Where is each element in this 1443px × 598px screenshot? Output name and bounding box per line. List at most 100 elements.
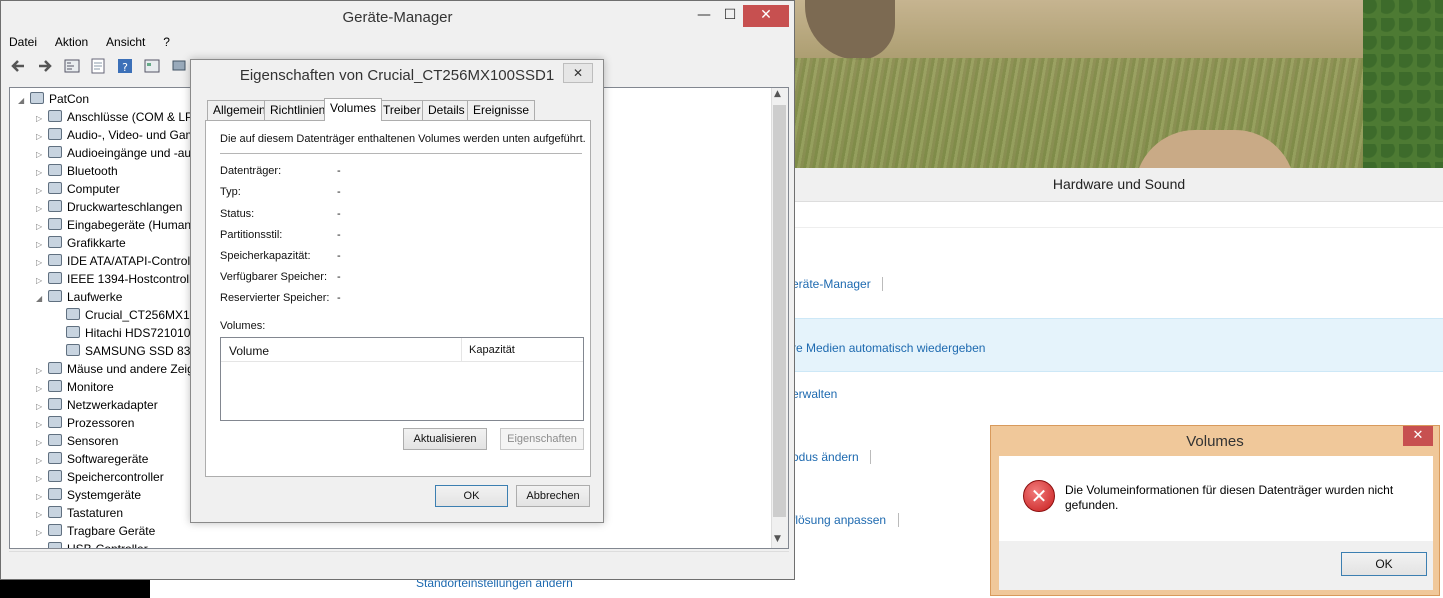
- error-dialog-footer: OK: [999, 541, 1433, 590]
- close-button[interactable]: ✕: [743, 5, 789, 27]
- device-category-icon: [48, 362, 62, 374]
- tree-category[interactable]: ▷ Druckwarteschlangen: [36, 198, 182, 216]
- tree-view-icon[interactable]: [63, 57, 81, 75]
- tab-richtlinien[interactable]: Richtlinien: [264, 100, 332, 120]
- menu-help[interactable]: ?: [163, 35, 170, 49]
- collapse-icon[interactable]: ◢: [36, 290, 48, 308]
- tree-category[interactable]: ▷ Tragbare Geräte: [36, 522, 155, 540]
- tree-category[interactable]: ◢ Laufwerke: [36, 288, 122, 306]
- error-dialog-body: ✕ Die Volumeinformationen für diesen Dat…: [999, 456, 1433, 541]
- value-datentraeger: -: [337, 165, 341, 177]
- volumes-panel: Die auf diesem Datenträger enthaltenen V…: [205, 120, 591, 477]
- tree-node-label: Anschlüsse (COM & LPT): [67, 110, 205, 124]
- minimize-button[interactable]: —: [691, 5, 717, 27]
- control-panel-title: Hardware und Sound: [795, 168, 1443, 202]
- column-volume[interactable]: Volume: [229, 344, 269, 358]
- toolbar: ?: [9, 57, 193, 83]
- tree-category[interactable]: ▷ Computer: [36, 180, 120, 198]
- ok-button[interactable]: OK: [435, 485, 508, 507]
- tree-category[interactable]: ▷ IDE ATA/ATAPI-Controller: [36, 252, 203, 270]
- tree-category[interactable]: ▷ USB-Controller: [36, 540, 148, 549]
- properties-dialog: Eigenschaften von Crucial_CT256MX100SSD1…: [190, 59, 604, 523]
- error-message: Die Volumeinformationen für diesen Daten…: [1065, 483, 1394, 512]
- device-category-icon: [48, 542, 62, 548]
- help-icon[interactable]: ?: [116, 57, 134, 75]
- tab-allgemein[interactable]: Allgemein: [207, 100, 272, 120]
- tree-category[interactable]: ▷ Systemgeräte: [36, 486, 141, 504]
- link-mode-change[interactable]: odus ändern: [792, 450, 859, 464]
- device-list-icon[interactable]: [143, 57, 161, 75]
- scrollbar-thumb[interactable]: [773, 105, 786, 517]
- tree-category[interactable]: ▷ IEEE 1394-Hostcontroller: [36, 270, 202, 288]
- scan-hardware-icon[interactable]: [170, 57, 188, 75]
- link-separator: [898, 513, 899, 527]
- device-category-icon: [48, 218, 62, 230]
- link-resolution[interactable]: flösung anpassen: [792, 513, 886, 527]
- panel-description: Die auf diesem Datenträger enthaltenen V…: [220, 133, 586, 145]
- value-status: -: [337, 208, 341, 220]
- tab-ereignisse[interactable]: Ereignisse: [467, 100, 536, 120]
- label-typ: Typ:: [220, 186, 241, 198]
- tree-node-label: Softwaregeräte: [67, 452, 149, 466]
- dialog-close-button[interactable]: ✕: [563, 63, 593, 83]
- scroll-up-icon[interactable]: ▲: [774, 89, 781, 99]
- control-panel-header-strip: [795, 202, 1443, 228]
- label-datentraeger: Datenträger:: [220, 165, 282, 177]
- tree-category[interactable]: ▷ Tastaturen: [36, 504, 123, 522]
- volumes-table[interactable]: Volume Kapazität: [220, 337, 584, 421]
- collapse-icon[interactable]: ◢: [18, 92, 30, 110]
- device-category-icon: [48, 452, 62, 464]
- forward-arrow-icon[interactable]: [36, 57, 54, 75]
- error-icon: ✕: [1023, 480, 1055, 512]
- link-separator: [882, 277, 883, 291]
- link-device-manager[interactable]: eräte-Manager: [792, 277, 871, 291]
- volumes-label: Volumes:: [220, 320, 266, 332]
- cancel-button[interactable]: Abbrechen: [516, 485, 590, 507]
- menu-ansicht[interactable]: Ansicht: [106, 35, 145, 49]
- tree-category[interactable]: ▷ Grafikkarte: [36, 234, 126, 252]
- device-category-icon: [48, 254, 62, 266]
- window-title: Geräte-Manager: [342, 9, 453, 26]
- tree-category[interactable]: ▷ Monitore: [36, 378, 114, 396]
- maximize-button[interactable]: ☐: [717, 5, 743, 27]
- menu-aktion[interactable]: Aktion: [55, 35, 88, 49]
- tree-category[interactable]: ▷ Netzwerkadapter: [36, 396, 158, 414]
- tree-category[interactable]: ▷ Sensoren: [36, 432, 118, 450]
- link-manage[interactable]: erwalten: [792, 387, 837, 401]
- tree-category[interactable]: ▷ Speichercontroller: [36, 468, 164, 486]
- back-arrow-icon[interactable]: [9, 57, 27, 75]
- tree-node-label: Druckwarteschlangen: [67, 200, 183, 214]
- error-dialog: Volumes ✕ ✕ Die Volumeinformationen für …: [990, 425, 1440, 596]
- link-autoplay[interactable]: re Medien automatisch wiedergeben: [792, 341, 985, 355]
- tree-node-label: Grafikkarte: [67, 236, 126, 250]
- menu-datei[interactable]: Datei: [9, 35, 37, 49]
- device-category-icon: [48, 470, 62, 482]
- tree-root[interactable]: ◢ PatCon: [18, 90, 89, 108]
- tab-treiber[interactable]: Treiber: [377, 100, 427, 120]
- value-partitionsstil: -: [337, 229, 341, 241]
- tree-node-label: USB-Controller: [67, 542, 148, 549]
- menu-bar: Datei Aktion Ansicht ?: [9, 35, 184, 55]
- error-close-button[interactable]: ✕: [1403, 426, 1433, 446]
- dialog-title: Eigenschaften von Crucial_CT256MX100SSD1: [239, 67, 555, 84]
- value-speicherkapazitaet: -: [337, 250, 341, 262]
- tab-volumes[interactable]: Volumes: [324, 98, 383, 121]
- label-speicherkapazitaet: Speicherkapazität:: [220, 250, 311, 262]
- column-kapazitaet[interactable]: Kapazität: [469, 344, 515, 356]
- properties-icon[interactable]: [89, 57, 107, 75]
- tree-category[interactable]: ▷ Prozessoren: [36, 414, 134, 432]
- tree-node-label: Tastaturen: [67, 506, 124, 520]
- expand-icon[interactable]: ▷: [36, 542, 48, 548]
- divider: [220, 153, 582, 154]
- tree-category[interactable]: ▷ Softwaregeräte: [36, 450, 148, 468]
- error-ok-button[interactable]: OK: [1341, 552, 1427, 576]
- scroll-down-icon[interactable]: ▼: [774, 534, 781, 544]
- tree-category[interactable]: ▷ Anschlüsse (COM & LPT): [36, 108, 204, 126]
- refresh-button[interactable]: Aktualisieren: [403, 428, 487, 450]
- tree-category[interactable]: ▷ Bluetooth: [36, 162, 118, 180]
- device-category-icon: [48, 200, 62, 212]
- volume-properties-button[interactable]: Eigenschaften: [500, 428, 584, 450]
- tab-details[interactable]: Details: [422, 100, 471, 120]
- device-category-icon: [48, 110, 62, 122]
- device-category-icon: [48, 128, 62, 140]
